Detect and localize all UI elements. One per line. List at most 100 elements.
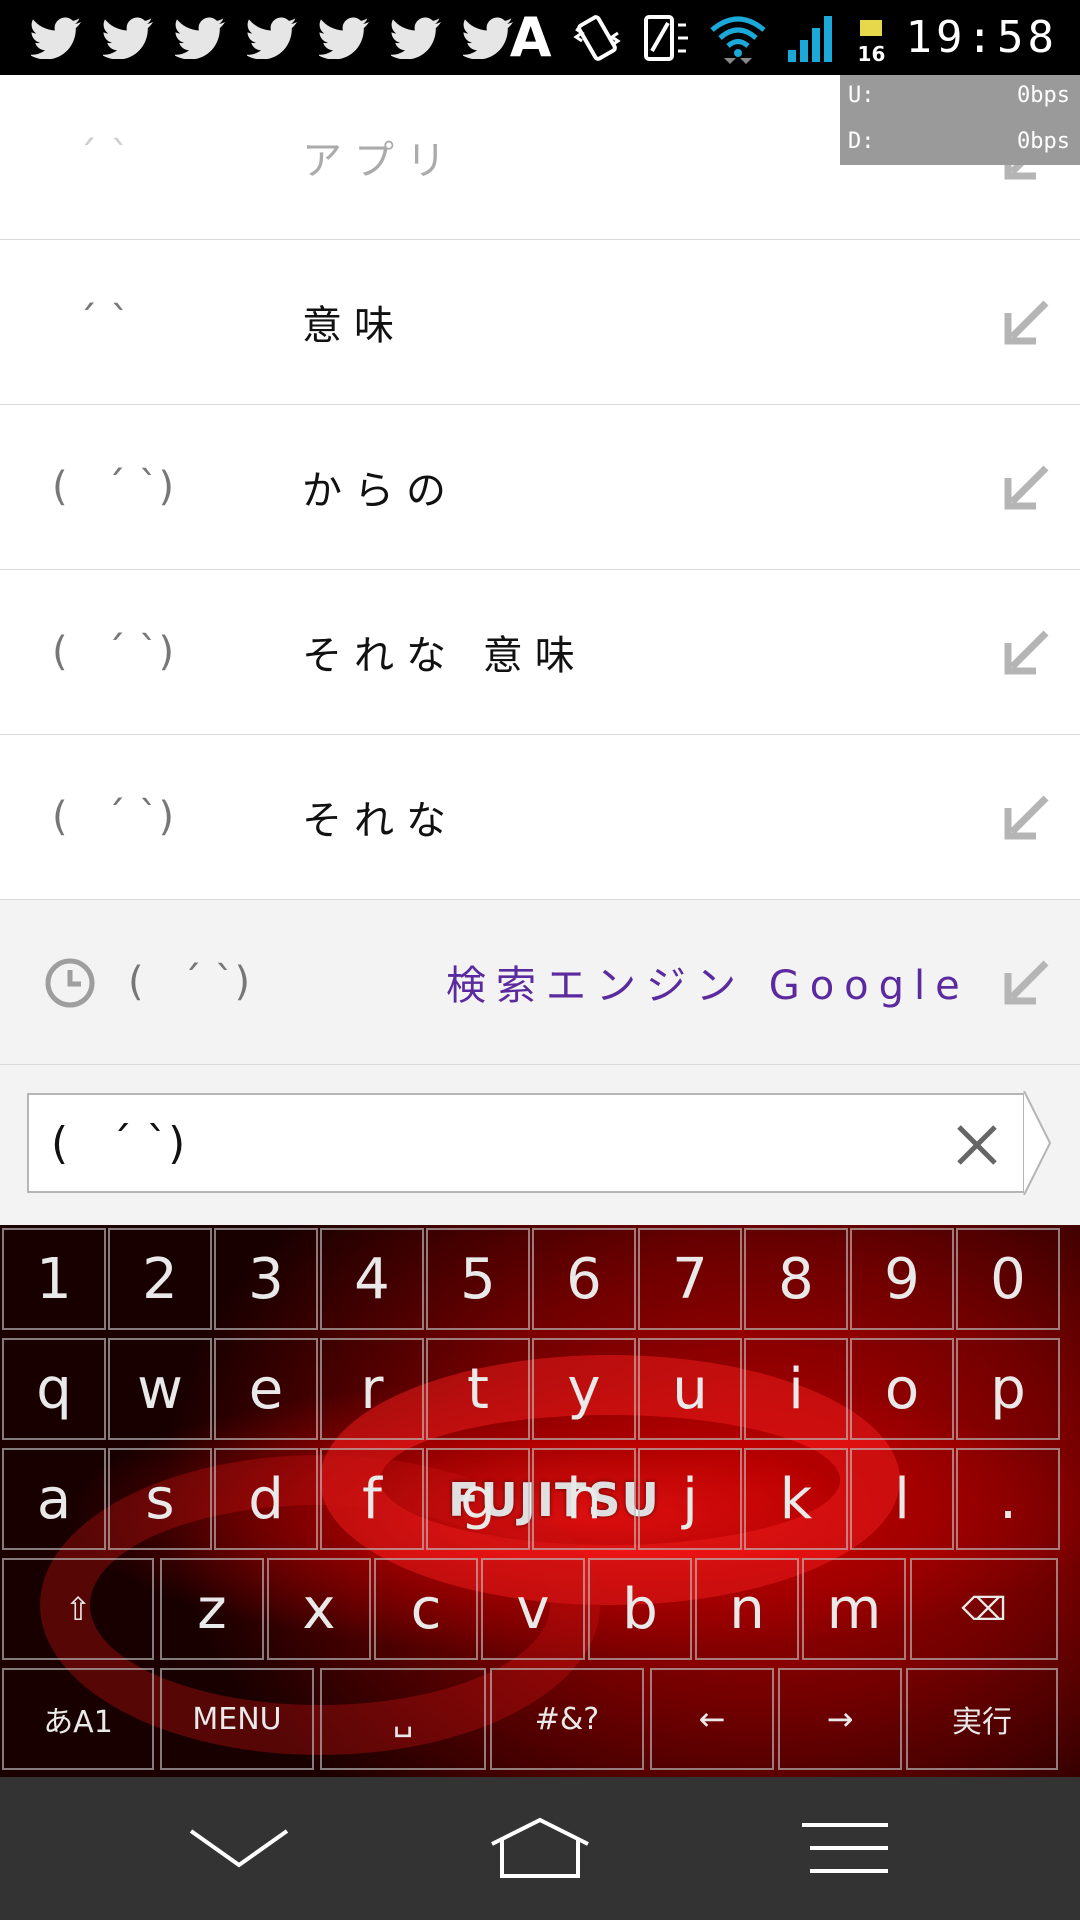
search-input-value: ( ´ `) (51, 1117, 186, 1169)
key-v[interactable]: v (481, 1558, 585, 1660)
suggestion-item[interactable]: ( ´ `) からの (0, 405, 1080, 571)
suggestion-face: ( ´ `) (52, 464, 175, 510)
suggestion-face: ´ ` (52, 134, 131, 180)
twitter-icon (316, 16, 374, 60)
key-z[interactable]: z (160, 1558, 264, 1660)
screen-rotation-icon (643, 14, 688, 61)
key-l[interactable]: l (850, 1448, 954, 1550)
signal-icon (787, 15, 832, 62)
key-a[interactable]: a (2, 1448, 106, 1550)
key-9[interactable]: 9 (850, 1228, 954, 1330)
suggestion-text: からの (302, 468, 458, 514)
clock-time: 19:58 (905, 12, 1058, 63)
key-0[interactable]: 0 (956, 1228, 1060, 1330)
key-k[interactable]: k (744, 1448, 848, 1550)
key-o[interactable]: o (850, 1338, 954, 1440)
wifi-icon (709, 16, 766, 64)
cursor-left-key[interactable]: ← (650, 1668, 774, 1770)
twitter-icon (388, 16, 446, 60)
key-t[interactable]: t (426, 1338, 530, 1440)
insert-arrow-icon[interactable] (1002, 297, 1052, 347)
key-period[interactable]: . (956, 1448, 1060, 1550)
key-x[interactable]: x (267, 1558, 371, 1660)
suggestion-text: 意味 (302, 303, 406, 349)
key-b[interactable]: b (588, 1558, 692, 1660)
key-2[interactable]: 2 (108, 1228, 212, 1330)
suggestion-item[interactable]: ( ´ `) それな 意味 (0, 570, 1080, 736)
shift-key[interactable]: ⇧ (2, 1558, 154, 1660)
space-key[interactable]: ␣ (320, 1668, 486, 1770)
key-f[interactable]: f (320, 1448, 424, 1550)
suggestion-text: それな 意味 (302, 633, 587, 679)
key-i[interactable]: i (744, 1338, 848, 1440)
suggestion-face: ( ´ `) (52, 794, 175, 840)
input-method-indicator: A (509, 5, 552, 69)
key-r[interactable]: r (320, 1338, 424, 1440)
vibrate-icon (572, 14, 621, 61)
key-j[interactable]: j (638, 1448, 742, 1550)
home-icon (491, 1817, 589, 1878)
insert-arrow-icon[interactable] (1002, 957, 1052, 1007)
upload-label: U: (848, 82, 875, 108)
history-suggestion[interactable]: ( ´ `) 検索エンジン Google (0, 900, 1080, 1066)
suggestion-text: それな (302, 798, 458, 844)
key-n[interactable]: n (695, 1558, 799, 1660)
key-7[interactable]: 7 (638, 1228, 742, 1330)
insert-arrow-icon[interactable] (1002, 462, 1052, 512)
chevron-down-icon (189, 1829, 289, 1868)
suggestion-item[interactable]: ´ ` 意味 (0, 240, 1080, 406)
key-h[interactable]: h (532, 1448, 636, 1550)
insert-arrow-icon[interactable] (1002, 792, 1052, 842)
key-1[interactable]: 1 (2, 1228, 106, 1330)
status-bar: A 16 19:58 (0, 0, 1080, 75)
search-submit-arrow[interactable] (1022, 1091, 1052, 1195)
key-w[interactable]: w (108, 1338, 212, 1440)
menu-icon (802, 1823, 888, 1873)
history-clock-icon (45, 958, 95, 1008)
battery-icon: 16 (854, 8, 888, 68)
menu-button[interactable] (790, 1813, 900, 1883)
key-6[interactable]: 6 (532, 1228, 636, 1330)
key-m[interactable]: m (802, 1558, 906, 1660)
key-8[interactable]: 8 (744, 1228, 848, 1330)
history-text: 検索エンジン Google (446, 963, 970, 1009)
backspace-key[interactable]: ⌫ (910, 1558, 1058, 1660)
download-label: D: (848, 128, 875, 154)
search-bar-area: ( ´ `) (0, 1065, 1080, 1225)
enter-key[interactable]: 実行 (906, 1668, 1058, 1770)
key-p[interactable]: p (956, 1338, 1060, 1440)
twitter-icon (28, 16, 86, 60)
menu-key[interactable]: MENU (160, 1668, 314, 1770)
symbols-key[interactable]: #&? (490, 1668, 644, 1770)
twitter-icon (100, 16, 158, 60)
input-mode-key[interactable]: あA1 (2, 1668, 154, 1770)
navigation-bar (0, 1777, 1080, 1920)
key-g[interactable]: g (426, 1448, 530, 1550)
key-4[interactable]: 4 (320, 1228, 424, 1330)
twitter-icon (244, 16, 302, 60)
history-face: ( ´ `) (128, 959, 251, 1005)
suggestion-face: ( ´ `) (52, 629, 175, 675)
home-button[interactable] (485, 1813, 595, 1883)
key-e[interactable]: e (214, 1338, 318, 1440)
suggestion-text: アプリ (302, 138, 458, 184)
upload-value: 0bps (1017, 82, 1070, 108)
twitter-icon (172, 16, 230, 60)
key-d[interactable]: d (214, 1448, 318, 1550)
battery-level: 16 (857, 41, 886, 66)
cursor-right-key[interactable]: → (778, 1668, 902, 1770)
status-icons: A 16 19:58 (510, 0, 1058, 75)
key-q[interactable]: q (2, 1338, 106, 1440)
key-s[interactable]: s (108, 1448, 212, 1550)
key-u[interactable]: u (638, 1338, 742, 1440)
suggestion-item[interactable]: ( ´ `) それな (0, 735, 1080, 901)
insert-arrow-icon[interactable] (1002, 627, 1052, 677)
back-button[interactable] (184, 1813, 294, 1883)
key-5[interactable]: 5 (426, 1228, 530, 1330)
key-3[interactable]: 3 (214, 1228, 318, 1330)
key-y[interactable]: y (532, 1338, 636, 1440)
key-c[interactable]: c (374, 1558, 478, 1660)
network-speed-overlay: U: 0bps D: 0bps (840, 75, 1080, 165)
clear-icon[interactable] (955, 1123, 999, 1167)
search-input[interactable]: ( ´ `) (27, 1093, 1025, 1193)
